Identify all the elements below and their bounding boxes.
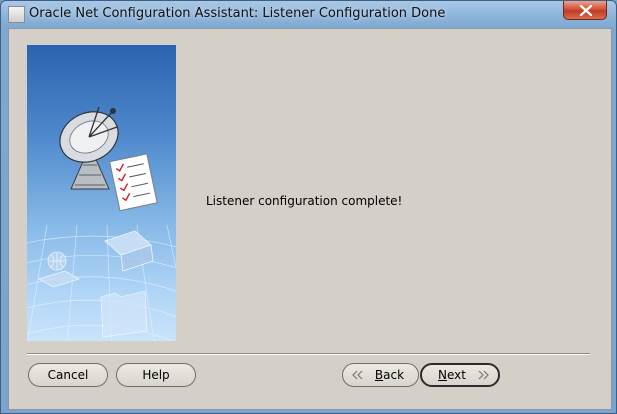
close-icon	[579, 5, 593, 16]
satellite-dish-illustration	[27, 106, 176, 341]
double-chevron-right-icon	[478, 370, 489, 380]
next-label-rest: ext	[447, 368, 466, 382]
completion-message: Listener configuration complete!	[206, 194, 403, 208]
next-button[interactable]: Next	[420, 363, 500, 387]
button-separator	[27, 353, 590, 355]
dialog-window: Oracle Net Configuration Assistant: List…	[0, 0, 617, 414]
back-label-rest: ack	[383, 368, 405, 382]
next-button-label: Next	[438, 365, 466, 385]
dialog-content: Listener configuration complete! Cancel …	[8, 28, 612, 410]
cancel-button[interactable]: Cancel	[28, 363, 108, 387]
cancel-button-label: Cancel	[47, 368, 89, 382]
app-icon	[8, 6, 25, 23]
back-button[interactable]: Back	[342, 363, 419, 387]
double-chevron-left-icon	[352, 370, 363, 380]
next-mnemonic: N	[438, 368, 447, 382]
back-button-label: Back	[375, 364, 404, 386]
wizard-side-image	[27, 45, 176, 341]
close-button[interactable]	[563, 1, 607, 20]
title-bar[interactable]: Oracle Net Configuration Assistant: List…	[1, 1, 616, 27]
help-button[interactable]: Help	[116, 363, 196, 387]
help-button-label: Help	[142, 368, 170, 382]
window-title: Oracle Net Configuration Assistant: List…	[29, 6, 446, 21]
back-mnemonic: B	[374, 368, 384, 382]
